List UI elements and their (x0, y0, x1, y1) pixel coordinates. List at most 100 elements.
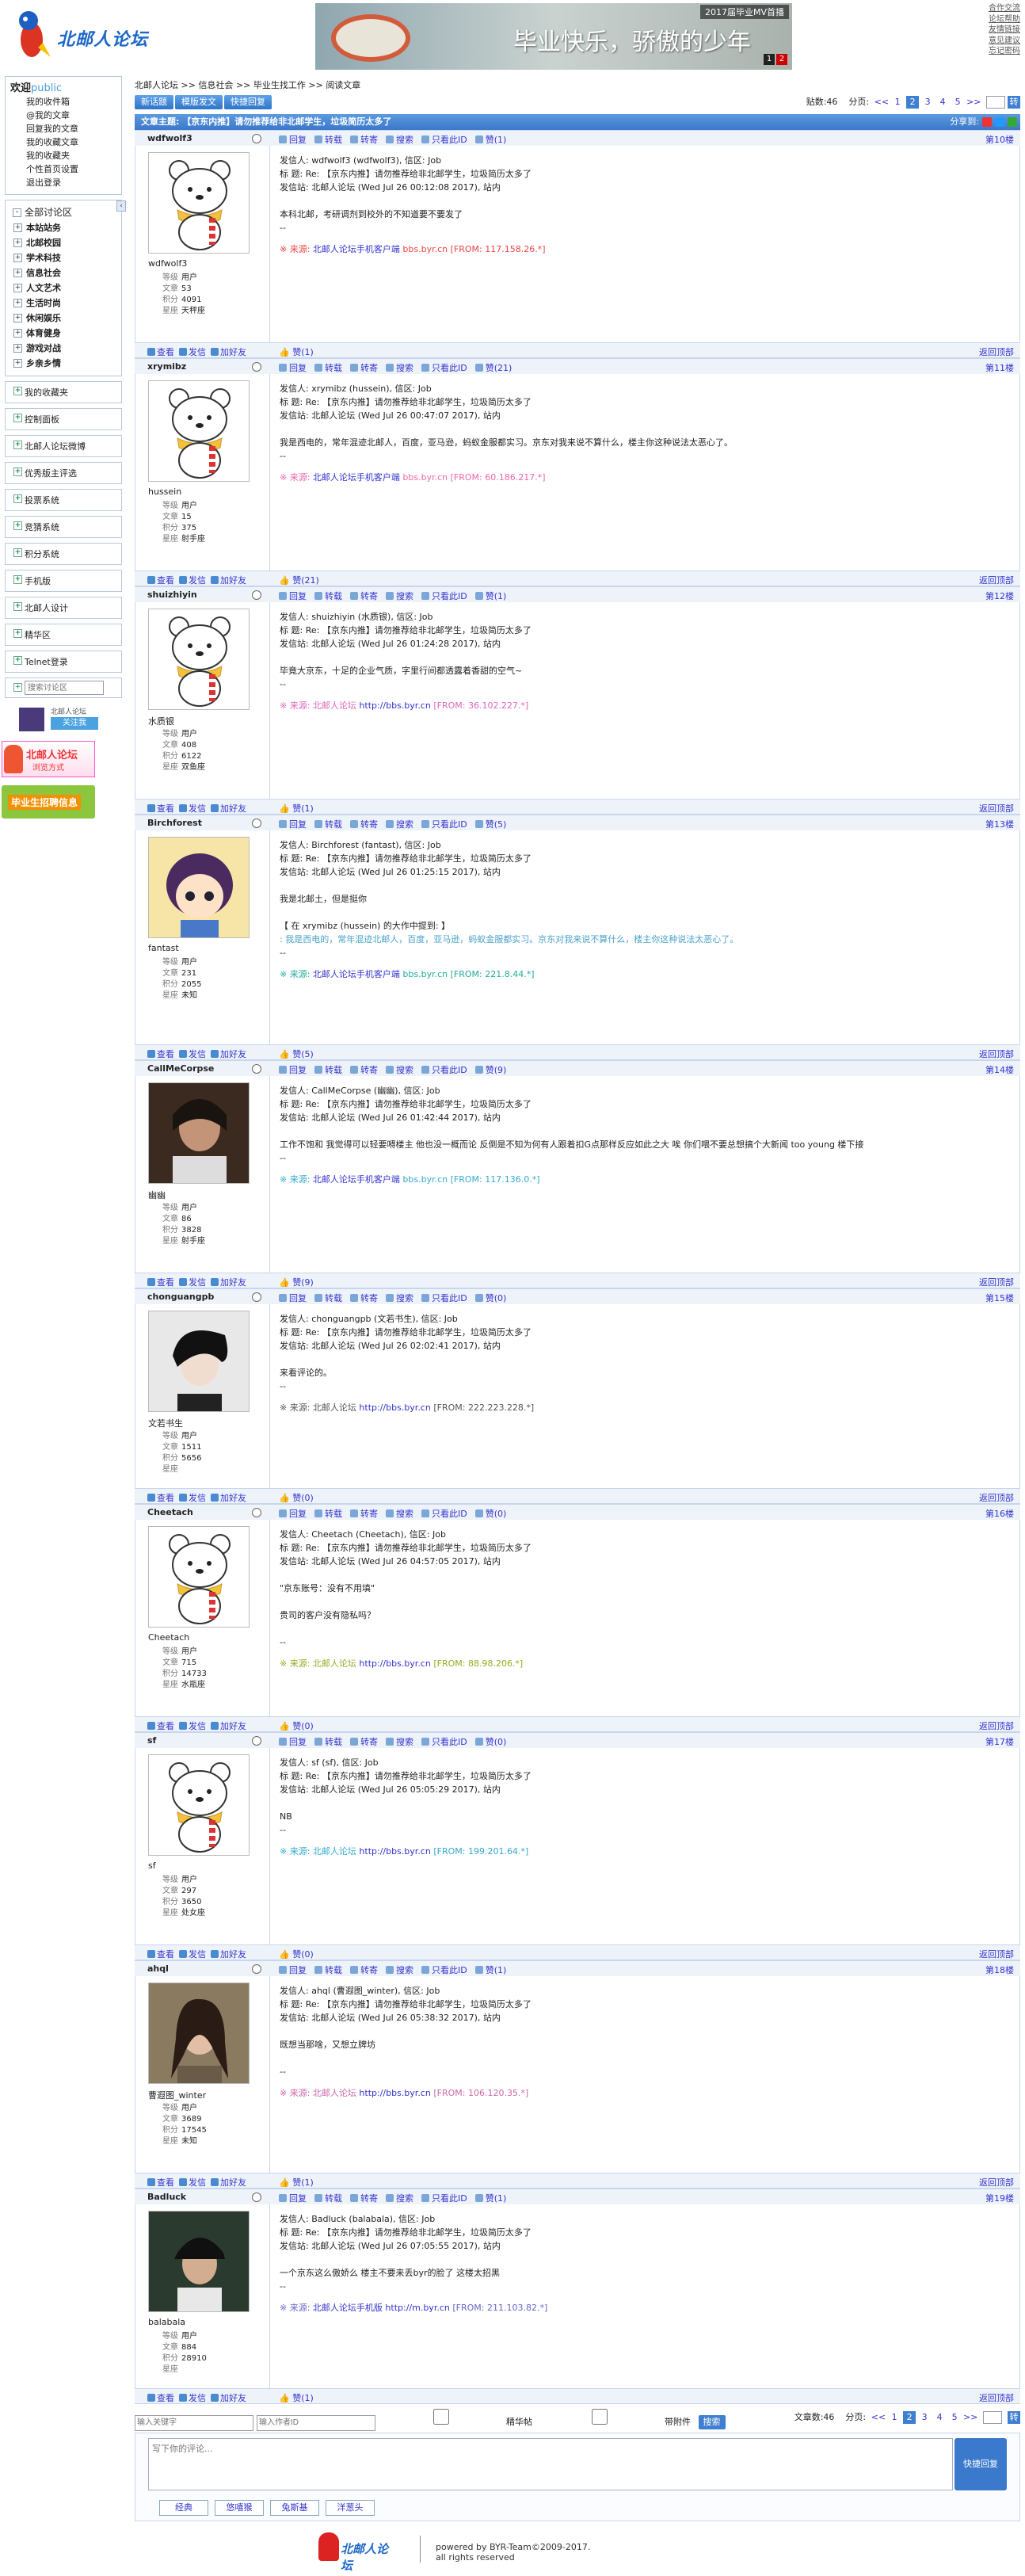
pager-go-button[interactable]: 转 (1008, 2411, 1020, 2424)
send-message-button[interactable]: 发信 (179, 575, 206, 586)
quick-reply-submit-button[interactable]: 快捷回复 (955, 2438, 1007, 2490)
sidebar-collapse-button[interactable]: ‹ (116, 200, 126, 212)
floor-number[interactable]: 第13楼 (985, 818, 1014, 830)
forward-button[interactable]: 转寄 (350, 1509, 378, 1519)
source-client-link[interactable]: 北邮人论坛手机版 (313, 2303, 383, 2313)
add-friend-button[interactable]: 加好友 (211, 1277, 246, 1288)
add-friend-button[interactable]: 加好友 (211, 575, 246, 586)
only-this-id-button[interactable]: 只看此ID (421, 1737, 467, 1747)
emote-tab-tuzki[interactable]: 兔斯基 (270, 2500, 319, 2516)
repost-button[interactable]: 转载 (314, 1737, 342, 1747)
back-to-top-link[interactable]: 返回顶部 (979, 2391, 1014, 2404)
like-button[interactable]: 赞(1) (279, 2176, 314, 2189)
mentions-link[interactable]: @我的文章 (10, 109, 116, 122)
floor-number[interactable]: 第14楼 (985, 1063, 1014, 1076)
pager-last[interactable]: >> (963, 2411, 977, 2424)
mobile-item[interactable]: 手机版 (5, 570, 122, 592)
search-button[interactable]: 搜索 (386, 819, 413, 830)
post-author[interactable]: CallMeCorpse (147, 1063, 214, 1074)
back-to-top-link[interactable]: 返回顶部 (979, 2176, 1014, 2189)
like-button[interactable]: 赞(0) (279, 1948, 314, 1960)
reply-button[interactable]: 回复 (279, 1065, 307, 1075)
avatar[interactable] (148, 2211, 250, 2312)
add-friend-button[interactable]: 加好友 (211, 1721, 246, 1731)
bottom-search-button[interactable]: 搜索 (698, 2415, 726, 2429)
pager-page-1[interactable]: 1 (888, 2411, 901, 2424)
reply-button[interactable]: 回复 (279, 591, 307, 601)
forward-button[interactable]: 转寄 (350, 1065, 378, 1075)
post-author[interactable]: xrymibz (147, 361, 186, 372)
send-message-button[interactable]: 发信 (179, 803, 206, 814)
moderator-vote-item[interactable]: 优秀版主评选 (5, 462, 122, 484)
floor-number[interactable]: 第16楼 (985, 1507, 1014, 1520)
like-count-button[interactable]: 赞(21) (475, 363, 512, 373)
avatar[interactable] (148, 1526, 250, 1628)
top-link-cooperation[interactable]: 合作交流 (989, 3, 1020, 14)
back-to-top-link[interactable]: 返回顶部 (979, 1948, 1014, 1960)
design-item[interactable]: 北邮人设计 (5, 597, 122, 619)
source-client-link[interactable]: 北邮人论坛 (313, 1846, 356, 1857)
view-profile-button[interactable]: 查看 (147, 1949, 174, 1960)
avatar[interactable] (148, 380, 250, 482)
only-this-id-button[interactable]: 只看此ID (421, 2193, 467, 2204)
weibo-item[interactable]: 北邮人论坛微博 (5, 435, 122, 457)
reply-button[interactable]: 回复 (279, 1293, 307, 1303)
send-message-button[interactable]: 发信 (179, 1493, 206, 1503)
emote-tab-onion[interactable]: 洋葱头 (326, 2500, 375, 2516)
top-link-feedback[interactable]: 意见建议 (989, 36, 1020, 47)
my-favorites-item[interactable]: 我的收藏夹 (5, 381, 122, 403)
telnet-item[interactable]: Telnet登录 (5, 651, 122, 673)
repost-button[interactable]: 转载 (314, 1065, 342, 1075)
control-panel-item[interactable]: 控制面板 (5, 408, 122, 430)
forward-button[interactable]: 转寄 (350, 1293, 378, 1303)
add-friend-button[interactable]: 加好友 (211, 2177, 246, 2188)
repost-button[interactable]: 转载 (314, 135, 342, 145)
browse-mode-promo[interactable]: 北邮人论坛 浏览方式 (2, 741, 95, 777)
section-games[interactable]: 游戏对战 (10, 341, 116, 356)
banner-ad[interactable]: 2017届毕业MV首播 毕业快乐，骄傲的少年 12 (315, 3, 792, 70)
banner-page-2[interactable]: 2 (776, 54, 787, 65)
forward-button[interactable]: 转寄 (350, 363, 378, 373)
only-this-id-button[interactable]: 只看此ID (421, 1965, 467, 1975)
top-link-help[interactable]: 论坛帮助 (989, 14, 1020, 25)
only-this-id-button[interactable]: 只看此ID (421, 363, 467, 373)
section-search-input[interactable] (25, 681, 104, 695)
only-this-id-button[interactable]: 只看此ID (421, 135, 467, 145)
post-author[interactable]: shuizhiyin (147, 590, 197, 600)
follow-button[interactable]: 关注我 (51, 717, 98, 730)
back-to-top-link[interactable]: 返回顶部 (979, 1719, 1014, 1732)
add-friend-button[interactable]: 加好友 (211, 1049, 246, 1059)
source-client-link[interactable]: 北邮人论坛手机客户端 (313, 472, 400, 483)
search-button[interactable]: 搜索 (386, 1737, 413, 1747)
like-count-button[interactable]: 赞(1) (475, 591, 507, 601)
view-profile-button[interactable]: 查看 (147, 347, 174, 357)
keyword-input[interactable] (135, 2414, 253, 2431)
repost-button[interactable]: 转载 (314, 2193, 342, 2204)
like-button[interactable]: 赞(1) (279, 345, 314, 358)
reply-textarea[interactable] (148, 2438, 953, 2490)
like-count-button[interactable]: 赞(1) (475, 1965, 507, 1975)
favorites-link[interactable]: 我的收藏夹 (10, 149, 116, 162)
pager-last[interactable]: >> (966, 96, 981, 109)
source-client-link[interactable]: 北邮人论坛 (313, 1658, 356, 1669)
back-to-top-link[interactable]: 返回顶部 (979, 1048, 1014, 1060)
avatar[interactable] (148, 609, 250, 710)
points-system-item[interactable]: 积分系统 (5, 543, 122, 565)
post-author[interactable]: Cheetach (147, 1507, 193, 1517)
new-topic-button[interactable]: 新话题 (135, 95, 173, 109)
repost-button[interactable]: 转载 (314, 819, 342, 830)
avatar[interactable] (148, 1082, 250, 1184)
source-host-link[interactable]: bbs.byr.cn (400, 472, 448, 483)
source-client-link[interactable]: 北邮人论坛手机客户端 (313, 244, 400, 254)
avatar[interactable] (148, 1311, 250, 1412)
view-profile-button[interactable]: 查看 (147, 1721, 174, 1731)
pager-page-4[interactable]: 4 (936, 96, 949, 109)
like-count-button[interactable]: 赞(9) (475, 1065, 507, 1075)
section-entertainment[interactable]: 休闲娱乐 (10, 311, 116, 326)
repost-button[interactable]: 转载 (314, 1293, 342, 1303)
source-client-link[interactable]: 北邮人论坛 (313, 1402, 356, 1413)
source-host-link[interactable]: http://bbs.byr.cn (356, 2088, 430, 2098)
post-author[interactable]: sf (147, 1735, 156, 1746)
repost-button[interactable]: 转载 (314, 591, 342, 601)
only-this-id-button[interactable]: 只看此ID (421, 1509, 467, 1519)
